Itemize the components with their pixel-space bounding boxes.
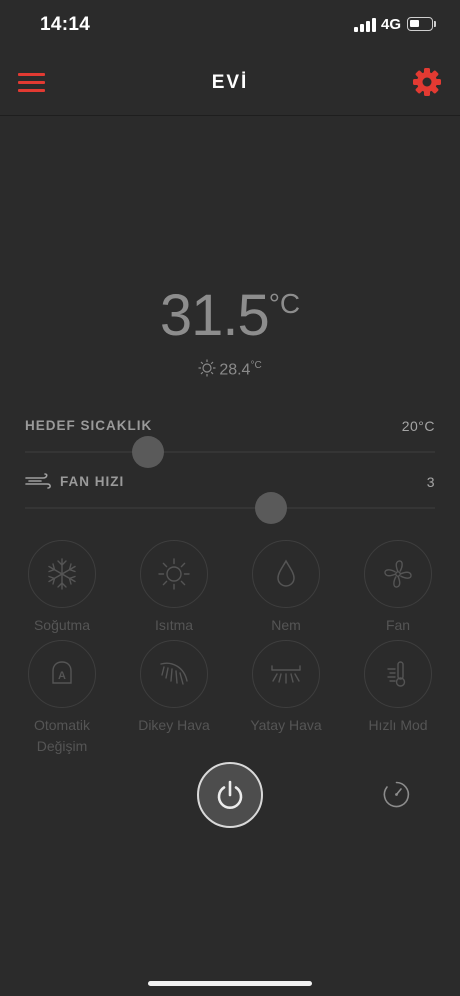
status-time: 14:14 [40, 14, 91, 35]
fan-speed-thumb[interactable] [255, 492, 287, 524]
mode-vertical-air-circle [140, 640, 208, 708]
mode-turbo-label: Hızlı Mod [368, 717, 428, 733]
mode-humidity-label: Nem [271, 617, 301, 633]
auto-mode-icon: A [52, 661, 72, 684]
signal-icon [354, 18, 376, 32]
header: EVİ [0, 52, 460, 116]
drop-icon [277, 559, 295, 587]
mode-cooling-circle [28, 540, 96, 608]
mode-humidity[interactable]: Nem [236, 540, 336, 636]
outdoor-temperature-value: 28.4 [219, 361, 251, 379]
svg-text:A: A [58, 670, 66, 682]
status-bar: 14:14 4G [0, 0, 460, 52]
vertical-swing-icon [160, 662, 188, 685]
mode-fan[interactable]: Fan [348, 540, 448, 636]
fan-speed-track[interactable] [25, 507, 435, 509]
timer-icon[interactable] [382, 780, 411, 809]
mode-auto-change-label: Otomatik Değişim [33, 717, 90, 754]
target-temp-label: HEDEF SICAKLIK [25, 418, 153, 433]
mode-humidity-circle [252, 540, 320, 608]
target-temp-track[interactable] [25, 451, 435, 453]
mode-turbo-circle [364, 640, 432, 708]
mode-cooling-label: Soğutma [33, 617, 91, 633]
power-icon [217, 780, 243, 809]
gear-icon[interactable] [411, 66, 443, 98]
mode-horizontal-air-label: Yatay Hava [250, 717, 322, 733]
mode-fan-label: Fan [385, 617, 411, 633]
mode-vertical-air-label: Dikey Hava [138, 717, 210, 733]
sun-icon [158, 558, 190, 590]
target-temp-value: 20°C [401, 418, 435, 434]
turbo-thermometer-icon [387, 661, 406, 687]
mode-turbo[interactable]: Hızlı Mod [348, 640, 448, 736]
mode-auto-change[interactable]: A Otomatik Değişim [12, 640, 112, 757]
current-temperature-value: 31.5 [159, 283, 270, 348]
fan-speed-label: FAN HIZI [60, 473, 125, 489]
current-temperature-unit: °C [268, 288, 301, 319]
sun-outline-icon [198, 359, 216, 377]
mode-cooling[interactable]: Soğutma [12, 540, 112, 636]
wind-icon [25, 473, 51, 489]
mode-vertical-air[interactable]: Dikey Hava [124, 640, 224, 736]
outdoor-temperature: 28.4°C [0, 359, 460, 379]
fan-icon [384, 560, 412, 588]
outdoor-temperature-unit: °C [250, 360, 262, 371]
mode-auto-change-circle: A [28, 640, 96, 708]
fan-speed-label-group: FAN HIZI [25, 470, 124, 492]
page-title: EVİ [211, 72, 249, 93]
mode-heating-circle [140, 540, 208, 608]
power-button[interactable] [197, 762, 263, 828]
network-type: 4G [381, 16, 402, 33]
mode-fan-circle [364, 540, 432, 608]
mode-heating[interactable]: Isıtma [124, 540, 224, 636]
horizontal-swing-icon [271, 665, 301, 684]
battery-icon [407, 17, 433, 31]
snowflake-icon [48, 558, 76, 590]
home-indicator[interactable] [148, 981, 312, 986]
mode-horizontal-air-circle [252, 640, 320, 708]
target-temp-thumb[interactable] [132, 436, 164, 468]
mode-heating-label: Isıtma [154, 617, 194, 633]
fan-speed-value: 3 [426, 474, 435, 490]
mode-horizontal-air[interactable]: Yatay Hava [236, 640, 336, 736]
current-temperature: 31.5°C [0, 282, 460, 349]
battery-tip [434, 21, 436, 27]
